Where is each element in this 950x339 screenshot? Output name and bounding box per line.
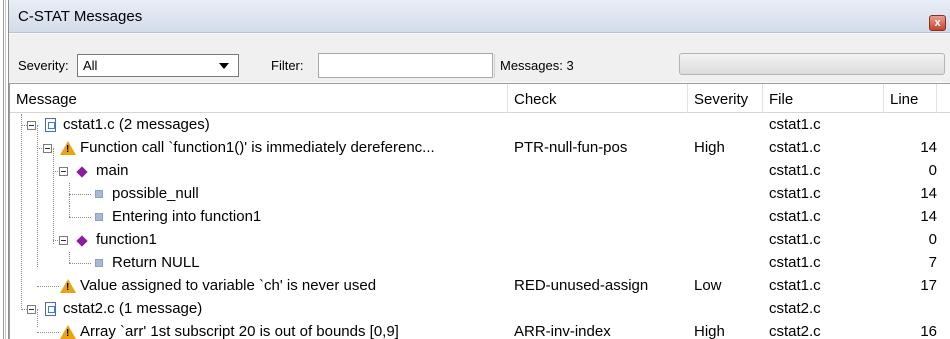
tree-row-warning[interactable]: ! Value assigned to variable `ch' is nev… [10, 275, 950, 298]
row-message: Function call `function1()' is immediate… [80, 139, 435, 156]
collapse-toggle-icon[interactable] [43, 144, 52, 153]
collapse-toggle-icon[interactable] [59, 167, 68, 176]
row-file: cstat2.c [769, 323, 821, 339]
tree-row-step[interactable]: Entering into function1 cstat1.c 14 [10, 206, 950, 229]
row-message: main [96, 162, 129, 179]
tree-row-step[interactable]: Return NULL cstat1.c 7 [10, 252, 950, 275]
row-message: possible_null [112, 185, 199, 202]
tree-row-function[interactable]: function1 cstat1.c 0 [10, 229, 950, 252]
function-diamond-icon [76, 235, 88, 247]
severity-label: Severity: [18, 58, 69, 73]
severity-dropdown[interactable]: All [77, 54, 239, 77]
row-line: 14 [920, 208, 937, 225]
file-icon [45, 118, 56, 132]
toolbar: Severity: All Filter: Messages: 3 [9, 34, 950, 82]
row-file: cstat1.c [769, 185, 821, 202]
severity-dropdown-value: All [83, 58, 98, 73]
row-file: cstat1.c [769, 231, 821, 248]
row-file: cstat1.c [769, 208, 821, 225]
row-file: cstat1.c [769, 139, 821, 156]
tree-rows: cstat1.c (2 messages) cstat1.c ! Functio… [10, 114, 950, 339]
step-square-icon [95, 213, 103, 221]
row-message: Return NULL [112, 254, 200, 271]
tree-row-function[interactable]: main cstat1.c 0 [10, 160, 950, 183]
column-header-line[interactable]: Line [884, 84, 937, 113]
row-file: cstat1.c [769, 116, 821, 133]
step-square-icon [95, 259, 103, 267]
column-header-message[interactable]: Message [10, 84, 508, 113]
row-file: cstat1.c [769, 254, 821, 271]
row-line: 14 [920, 185, 937, 202]
column-header-severity[interactable]: Severity [688, 84, 763, 113]
row-severity: Low [694, 277, 722, 294]
collapse-toggle-icon[interactable] [27, 305, 36, 314]
column-header-row: Message Check Severity File Line [10, 84, 950, 113]
messages-count: Messages: 3 [500, 58, 574, 73]
row-check: PTR-null-fun-pos [514, 139, 628, 156]
row-message: cstat1.c (2 messages) [63, 116, 210, 133]
warning-icon: ! [60, 279, 76, 293]
row-file: cstat1.c [769, 277, 821, 294]
function-diamond-icon [76, 166, 88, 178]
step-square-icon [95, 190, 103, 198]
row-line: 17 [920, 277, 937, 294]
chevron-down-icon [219, 63, 229, 69]
toolbar-divider [494, 54, 495, 78]
close-button[interactable]: x [929, 15, 946, 31]
file-icon [45, 302, 56, 316]
row-line: 16 [920, 323, 937, 339]
row-line: 0 [928, 231, 937, 248]
collapse-toggle-icon[interactable] [27, 121, 36, 130]
tree-row-file[interactable]: cstat1.c (2 messages) cstat1.c [10, 114, 950, 137]
cstat-messages-window: C-STAT Messages x Severity: All Filter: … [8, 0, 950, 339]
window-title: C-STAT Messages [18, 8, 143, 25]
row-check: ARR-inv-index [514, 323, 611, 339]
column-header-file[interactable]: File [763, 84, 884, 113]
row-message: function1 [96, 231, 157, 248]
tree-row-warning[interactable]: ! Function call `function1()' is immedia… [10, 137, 950, 160]
tree-row-step[interactable]: possible_null cstat1.c 14 [10, 183, 950, 206]
row-message: Entering into function1 [112, 208, 262, 225]
filter-label: Filter: [271, 58, 304, 73]
warning-icon: ! [60, 325, 76, 339]
title-bar: C-STAT Messages x [9, 0, 950, 33]
row-message: Array `arr' 1st subscript 20 is out of b… [80, 323, 399, 339]
row-line: 7 [928, 254, 937, 271]
row-file: cstat1.c [769, 162, 821, 179]
progress-bar [679, 53, 945, 75]
tree-row-file[interactable]: cstat2.c (1 message) cstat2.c [10, 298, 950, 321]
row-message: Value assigned to variable `ch' is never… [80, 277, 377, 294]
row-severity: High [694, 139, 725, 156]
row-file: cstat2.c [769, 300, 821, 317]
row-check: RED-unused-assign [514, 277, 649, 294]
row-line: 14 [920, 139, 937, 156]
filter-input[interactable] [318, 53, 493, 78]
left-edge-frame [0, 0, 8, 339]
column-header-check[interactable]: Check [508, 84, 688, 113]
warning-icon: ! [60, 141, 76, 155]
row-severity: High [694, 323, 725, 339]
tree-row-warning[interactable]: ! Array `arr' 1st subscript 20 is out of… [10, 321, 950, 339]
messages-list: Message Check Severity File Line cstat1.… [9, 83, 950, 339]
collapse-toggle-icon[interactable] [59, 236, 68, 245]
row-message: cstat2.c (1 message) [63, 300, 203, 317]
row-line: 0 [928, 162, 937, 179]
